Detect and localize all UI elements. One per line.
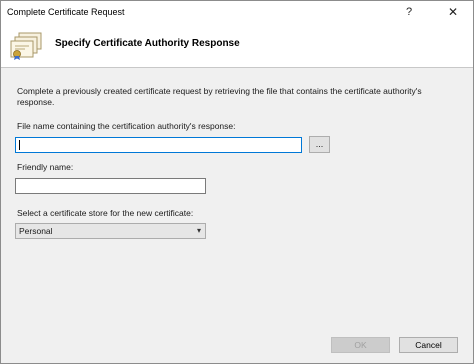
file-name-label: File name containing the certification a…: [17, 121, 236, 131]
file-name-input[interactable]: [15, 137, 302, 153]
title-bar: Complete Certificate Request ? ✕: [1, 1, 473, 23]
friendly-name-label: Friendly name:: [17, 162, 74, 172]
form-area: Complete a previously created certificat…: [1, 68, 473, 334]
chevron-down-icon: ▾: [196, 226, 201, 235]
certificate-store-label: Select a certificate store for the new c…: [17, 208, 194, 218]
complete-certificate-request-dialog: Complete Certificate Request ? ✕ Specify…: [0, 0, 474, 364]
text-caret: [19, 140, 20, 150]
browse-button[interactable]: ...: [309, 136, 330, 153]
description-text: Complete a previously created certificat…: [17, 86, 422, 107]
ok-button[interactable]: OK: [331, 337, 390, 353]
certificate-store-value: Personal: [19, 226, 53, 236]
help-button[interactable]: ?: [401, 3, 417, 21]
dialog-header: Specify Certificate Authority Response: [1, 23, 473, 68]
close-button[interactable]: ✕: [433, 3, 473, 21]
friendly-name-input[interactable]: [15, 178, 206, 194]
certificate-icon: [10, 32, 42, 60]
certificate-store-select[interactable]: Personal ▾: [15, 223, 206, 239]
dialog-footer: OK Cancel: [1, 334, 473, 363]
window-title: Complete Certificate Request: [7, 7, 125, 17]
page-title: Specify Certificate Authority Response: [55, 38, 240, 49]
cancel-button[interactable]: Cancel: [399, 337, 458, 353]
